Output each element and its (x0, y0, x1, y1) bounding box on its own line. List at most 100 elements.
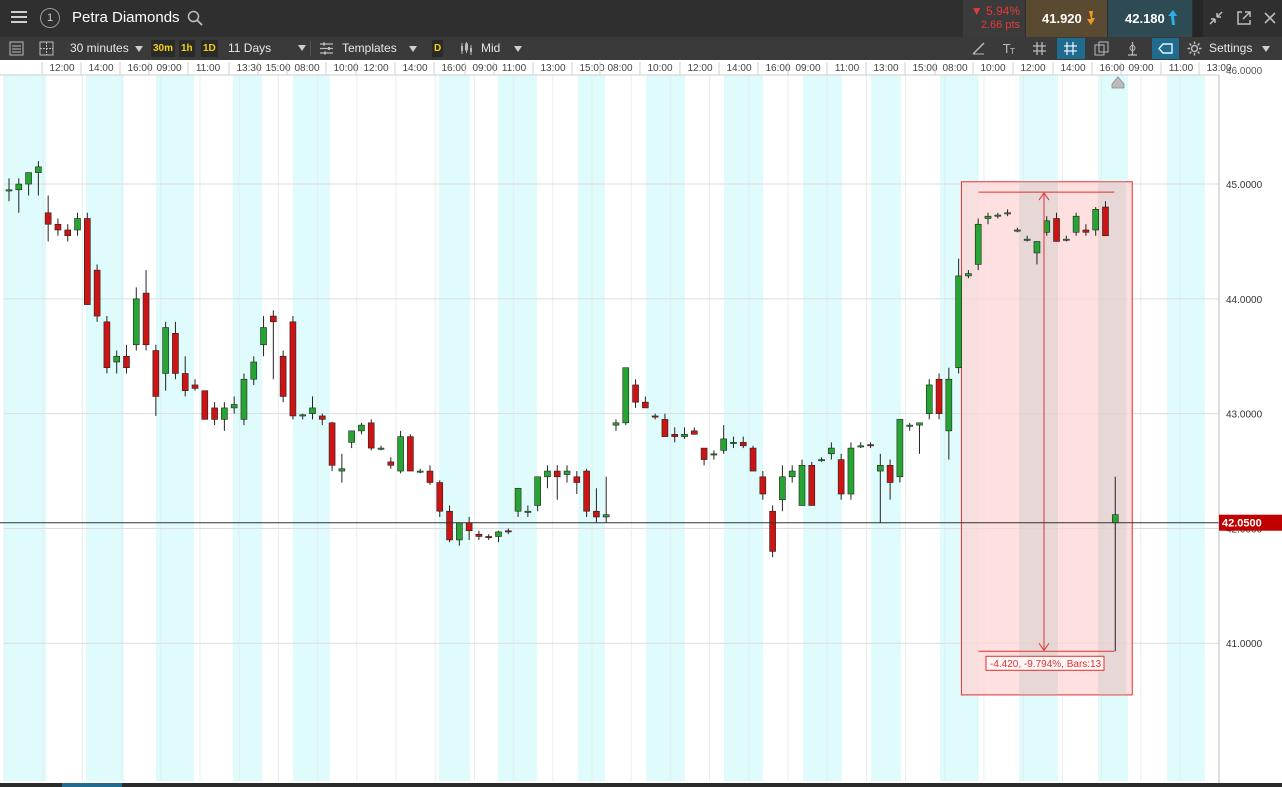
candle-body (974, 223, 982, 265)
price-mode-label: Mid (481, 41, 501, 55)
candle-body (994, 214, 1002, 217)
popout-icon[interactable] (1236, 10, 1252, 26)
crosshair-toggle[interactable] (1057, 38, 1085, 59)
time-label: 13:00 (540, 63, 565, 74)
candle-body (1014, 229, 1021, 232)
candle-body (142, 292, 150, 346)
interval-1d-button[interactable]: 1D (201, 40, 218, 57)
time-label: 09:00 (156, 63, 181, 74)
list-icon[interactable] (8, 40, 25, 57)
range-label: 11 Days (228, 41, 272, 55)
chevron-down-icon (408, 45, 417, 52)
daily-badge[interactable]: D (432, 40, 444, 57)
buy-button[interactable]: 42.180 (1108, 0, 1192, 37)
draw-line-icon[interactable] (970, 40, 987, 57)
candle-body (35, 166, 42, 173)
candle-body (64, 229, 72, 237)
candle-body (867, 444, 874, 447)
chart-toolbar: 30 minutes 30m 1h 1D 11 Days Templates D… (0, 37, 1282, 60)
candle-body (44, 212, 52, 225)
candle-body (514, 487, 522, 512)
candle-body (798, 465, 806, 506)
candle-body (377, 447, 385, 450)
measure-tool-icon[interactable] (1124, 40, 1141, 57)
candle-body (534, 476, 541, 506)
depth-strip (1193, 0, 1203, 37)
candle-body (485, 536, 493, 538)
time-label: 12:00 (49, 63, 74, 74)
candle-body (15, 183, 23, 191)
sell-button[interactable]: 41.920 (1026, 0, 1107, 37)
time-label: 08:00 (942, 63, 967, 74)
copy-icon[interactable] (1093, 40, 1110, 57)
crosshair-icon (1064, 42, 1077, 55)
price-tick-label: 41.0000 (1226, 639, 1263, 650)
time-label: 12:00 (1020, 63, 1045, 74)
buy-price: 42.180 (1125, 11, 1165, 26)
candle-body (5, 189, 13, 192)
price-tick-label: 43.0000 (1226, 410, 1263, 421)
buy-arrow-icon (1168, 10, 1177, 25)
text-tool-icon[interactable]: TT (1001, 40, 1018, 57)
candle-body (563, 470, 571, 475)
range-select[interactable]: 11 Days (228, 37, 271, 60)
time-label: 11:00 (835, 63, 860, 74)
candle-body (475, 533, 483, 537)
candle-body (465, 522, 473, 532)
templates-button[interactable]: Templates (342, 37, 417, 60)
candle-body (965, 273, 972, 277)
candle-body (230, 404, 238, 409)
time-label: 10:00 (333, 63, 358, 74)
candle-body (1053, 218, 1060, 242)
search-icon[interactable] (187, 10, 203, 26)
measure-column (1019, 181, 1058, 695)
time-label: 13:00 (873, 63, 898, 74)
close-icon[interactable] (1262, 10, 1278, 26)
candle-body (690, 430, 698, 435)
candle-body (250, 361, 258, 380)
templates-icon[interactable] (318, 40, 335, 57)
candle-body (788, 470, 796, 478)
candle-body (553, 470, 561, 478)
sell-arrow-icon (1087, 11, 1095, 25)
candle-body (132, 298, 140, 346)
price-chart[interactable]: -4.420, -9.794%, Bars:13 12:00 14:00 16:00… (0, 60, 1282, 787)
candle-body (172, 332, 179, 374)
session-band (156, 75, 194, 781)
scrollbar-thumb (62, 783, 122, 787)
candle-body (720, 438, 727, 451)
candle-body (103, 321, 111, 369)
candle-body (260, 327, 267, 346)
top-bar: 1 Petra Diamonds ▼ 5.94% 2.66 pts 41.920… (0, 0, 1282, 37)
interval-select[interactable]: 30 minutes (70, 37, 143, 60)
session-band (871, 75, 901, 781)
candle-body (1063, 238, 1070, 241)
candle-body (270, 315, 277, 323)
session-band (1167, 75, 1205, 781)
layout-icon[interactable] (38, 40, 55, 57)
time-label: 11:00 (502, 63, 527, 74)
candle-body (416, 470, 424, 473)
candle-body (348, 430, 355, 443)
hamburger-icon[interactable] (6, 8, 32, 30)
tag-toggle[interactable] (1152, 38, 1179, 59)
gear-icon[interactable] (1186, 40, 1203, 57)
settings-button[interactable]: Settings (1209, 37, 1271, 60)
grid-icon[interactable] (1031, 40, 1048, 57)
collapse-icon[interactable] (1208, 10, 1224, 26)
candle-body (387, 461, 395, 466)
candle-body (700, 447, 708, 460)
candle-body (1023, 238, 1031, 241)
account-badge[interactable]: 1 (40, 8, 60, 28)
time-label: 14:00 (402, 63, 427, 74)
interval-30m-button[interactable]: 30m (151, 40, 176, 57)
candle-body (446, 510, 453, 541)
candle-type-icon[interactable] (458, 40, 475, 57)
candle-body (818, 459, 825, 462)
interval-1h-button[interactable]: 1h (179, 40, 195, 57)
price-tick-label: 44.0000 (1226, 295, 1263, 306)
range-chevron-icon[interactable] (298, 45, 306, 51)
price-mode-select[interactable]: Mid (481, 37, 523, 60)
candle-body (1092, 209, 1099, 231)
time-label: 16:00 (765, 63, 790, 74)
